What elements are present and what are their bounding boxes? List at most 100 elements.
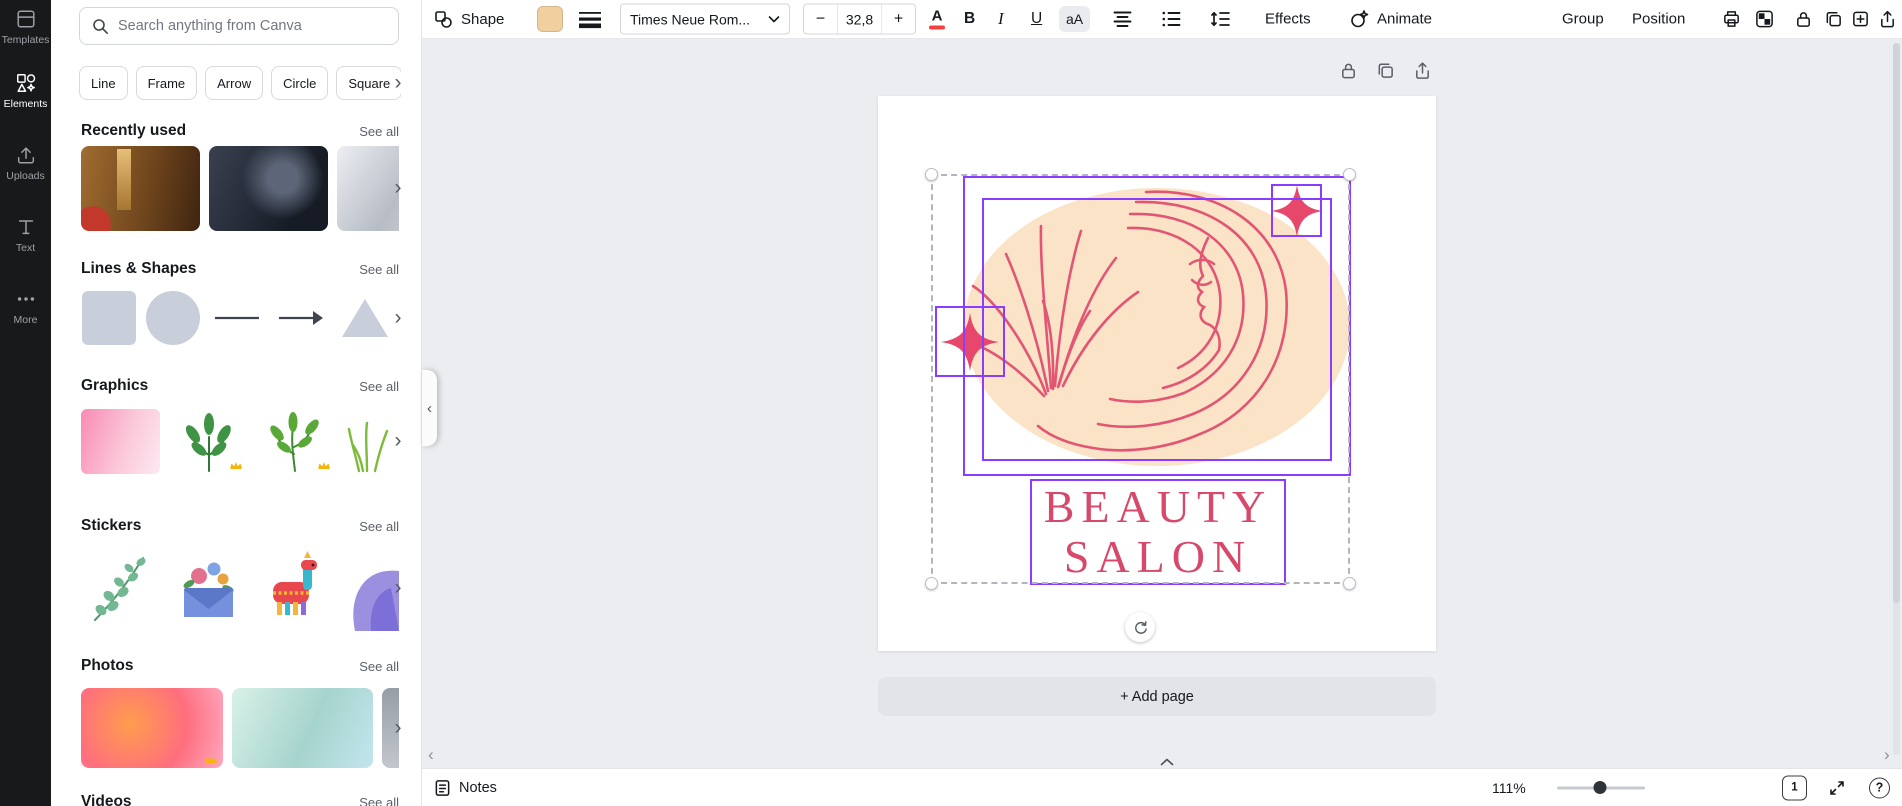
notes-label: Notes xyxy=(459,779,497,796)
increase-font-size-button[interactable]: + xyxy=(882,5,915,34)
see-all-link[interactable]: See all xyxy=(359,795,399,806)
recent-photo-dark[interactable] xyxy=(209,146,328,231)
see-all-link[interactable]: See all xyxy=(359,262,399,277)
sidebar-item-templates[interactable]: Templates xyxy=(0,8,51,46)
spacing-button[interactable] xyxy=(1211,11,1230,27)
decrease-font-size-button[interactable]: − xyxy=(804,5,837,34)
sidebar-item-text[interactable]: Text xyxy=(0,216,51,254)
scrollbar-thumb[interactable] xyxy=(1893,43,1900,603)
resize-handle-bottom-left[interactable] xyxy=(925,577,938,590)
fill-color-swatch[interactable] xyxy=(537,6,563,32)
scroll-left-arrow-icon[interactable]: ‹ xyxy=(428,745,434,765)
graphic-pink-gradient[interactable] xyxy=(81,409,160,474)
effects-button[interactable]: Effects xyxy=(1265,11,1311,28)
sticker-pinata[interactable] xyxy=(257,546,336,631)
vertical-scrollbar[interactable] xyxy=(1893,43,1900,755)
see-all-link[interactable]: See all xyxy=(359,659,399,674)
chips-scroll-chevron-icon[interactable]: › xyxy=(387,71,409,94)
section-header-lines-shapes: Lines & Shapes See all xyxy=(81,259,399,279)
photo-mint-gradient[interactable] xyxy=(232,688,373,768)
page-count-button[interactable]: 1 xyxy=(1782,775,1807,800)
notes-button[interactable]: Notes xyxy=(434,779,497,797)
copy-style-icon xyxy=(1853,11,1868,27)
transparency-button[interactable] xyxy=(1755,10,1774,29)
lock-button[interactable] xyxy=(1794,10,1813,29)
font-selector[interactable]: Times Neue Rom... xyxy=(620,3,790,35)
resize-handle-top-left[interactable] xyxy=(925,168,938,181)
canva-editor: Templates Elements Uploads Text More Lin… xyxy=(0,0,1902,806)
lock-page-icon[interactable] xyxy=(1339,61,1358,80)
animate-button[interactable]: Animate xyxy=(1350,10,1432,29)
chip-frame[interactable]: Frame xyxy=(135,66,198,100)
scroll-right-chevron-icon[interactable]: › xyxy=(387,716,409,739)
duplicate-button[interactable] xyxy=(1824,10,1843,29)
scroll-right-chevron-icon[interactable]: › xyxy=(387,429,409,452)
italic-button[interactable]: I xyxy=(998,9,1004,29)
resize-handle-top-right[interactable] xyxy=(1343,168,1356,181)
zoom-slider-knob[interactable] xyxy=(1593,781,1607,794)
design-page[interactable]: BEAUTY SALON xyxy=(878,96,1436,651)
panel-collapse-tab[interactable]: ‹ xyxy=(422,370,437,446)
scroll-right-chevron-icon[interactable]: › xyxy=(387,306,409,329)
scroll-right-arrow-icon[interactable]: › xyxy=(1884,745,1890,765)
scroll-right-chevron-icon[interactable]: › xyxy=(387,176,409,199)
duplicate-page-icon[interactable] xyxy=(1376,61,1395,80)
scroll-right-chevron-icon[interactable]: › xyxy=(387,576,409,599)
help-question-mark: ? xyxy=(1875,780,1884,795)
bold-button[interactable]: B xyxy=(964,10,975,28)
chip-circle[interactable]: Circle xyxy=(271,66,329,100)
text-color-button[interactable]: A xyxy=(929,9,945,30)
see-all-link[interactable]: See all xyxy=(359,519,399,534)
font-size-value[interactable]: 32,8 xyxy=(837,4,882,34)
shape-square[interactable] xyxy=(81,290,137,346)
shape-button[interactable]: Shape xyxy=(433,9,504,29)
rail-label: Elements xyxy=(3,98,48,110)
underline-button[interactable]: U xyxy=(1031,10,1042,28)
chip-arrow[interactable]: Arrow xyxy=(205,66,264,100)
section-header-photos: Photos See all xyxy=(81,656,399,676)
elements-icon xyxy=(16,74,35,92)
recent-photo-incense[interactable] xyxy=(81,146,200,231)
fullscreen-button[interactable] xyxy=(1828,779,1846,797)
selection-bounding-box[interactable] xyxy=(925,168,1356,590)
graphic-leafy-branch[interactable] xyxy=(257,409,336,474)
help-button[interactable]: ? xyxy=(1869,777,1890,798)
group-button[interactable]: Group xyxy=(1562,11,1604,28)
border-style-button[interactable] xyxy=(578,9,602,29)
print-button[interactable] xyxy=(1722,10,1741,29)
sidebar-item-more[interactable]: More xyxy=(0,288,51,326)
position-button[interactable]: Position xyxy=(1632,11,1685,28)
sticker-eucalyptus[interactable] xyxy=(81,546,160,631)
see-all-link[interactable]: See all xyxy=(359,124,399,139)
rotate-handle[interactable] xyxy=(1125,612,1155,642)
sidebar-item-elements[interactable]: Elements xyxy=(0,72,51,110)
graphic-green-plant[interactable] xyxy=(169,409,248,474)
section-header-stickers: Stickers See all xyxy=(81,516,399,536)
collapse-toolbar-chevron[interactable] xyxy=(1160,753,1174,768)
see-all-link[interactable]: See all xyxy=(359,379,399,394)
shape-line[interactable] xyxy=(209,290,265,346)
pro-crown-icon xyxy=(204,752,218,763)
section-title: Recently used xyxy=(81,122,187,139)
share-button[interactable] xyxy=(1878,10,1897,29)
sticker-envelope-flowers[interactable] xyxy=(169,546,248,631)
move-page-icon[interactable] xyxy=(1413,61,1432,80)
resize-handle-bottom-right[interactable] xyxy=(1343,577,1356,590)
pro-crown-icon xyxy=(229,458,243,469)
chip-line[interactable]: Line xyxy=(79,66,128,100)
shape-triangle[interactable] xyxy=(337,290,393,346)
section-title: Lines & Shapes xyxy=(81,260,197,277)
photo-sunset-gradient[interactable] xyxy=(81,688,223,768)
sidebar-item-uploads[interactable]: Uploads xyxy=(0,144,51,182)
search-input[interactable] xyxy=(118,18,386,34)
letter-case-button[interactable]: aA xyxy=(1059,6,1091,32)
add-page-button[interactable]: + Add page xyxy=(878,677,1436,716)
section-header-graphics: Graphics See all xyxy=(81,376,399,396)
copy-style-button[interactable] xyxy=(1851,10,1870,29)
list-button[interactable] xyxy=(1162,11,1181,27)
shape-circle[interactable] xyxy=(145,290,201,346)
search-icon xyxy=(93,18,108,34)
shape-arrow[interactable] xyxy=(273,290,329,346)
alignment-button[interactable] xyxy=(1113,11,1132,27)
zoom-slider[interactable] xyxy=(1557,781,1645,794)
